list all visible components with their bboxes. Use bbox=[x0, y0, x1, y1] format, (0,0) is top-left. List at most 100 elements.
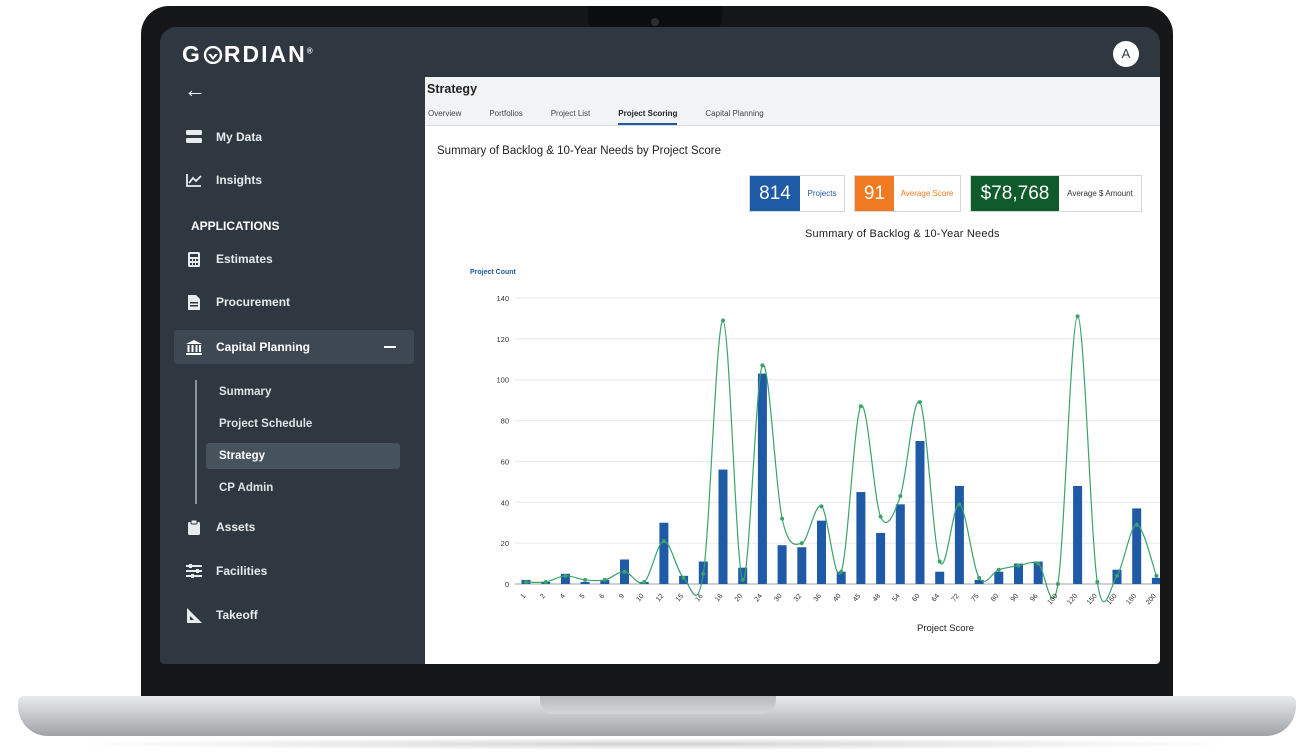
x-tick-label: 40 bbox=[832, 593, 842, 604]
x-tick-label: 120 bbox=[1066, 593, 1079, 607]
line-point bbox=[898, 494, 903, 499]
collapse-icon[interactable] bbox=[384, 346, 396, 348]
bank-icon bbox=[186, 339, 202, 355]
x-tick-label: 5 bbox=[579, 593, 587, 601]
line-point bbox=[1055, 582, 1060, 586]
bar bbox=[817, 520, 826, 584]
ruler-triangle-icon bbox=[186, 607, 202, 623]
line-point bbox=[1036, 561, 1041, 566]
document-icon bbox=[186, 294, 202, 310]
bar bbox=[915, 441, 925, 584]
bar bbox=[935, 571, 945, 584]
sliders-icon bbox=[186, 563, 202, 579]
y-tick-label: 120 bbox=[496, 335, 509, 344]
y-tick-label: 100 bbox=[496, 376, 509, 385]
bar bbox=[797, 547, 807, 584]
database-icon bbox=[186, 129, 202, 145]
y-tick-label: 60 bbox=[501, 457, 509, 466]
line-point bbox=[622, 569, 627, 574]
sidebar-item-label: Takeoff bbox=[216, 608, 258, 622]
sidebar: ← My Data Insights APPLICATIONS Estimate… bbox=[160, 77, 425, 664]
sidebar-item-assets[interactable]: Assets bbox=[174, 510, 414, 544]
x-tick-label: 100 bbox=[1047, 593, 1060, 607]
y-tick-label: 20 bbox=[501, 539, 509, 548]
line-point bbox=[918, 400, 922, 405]
line-point bbox=[602, 577, 607, 582]
sidebar-item-procurement[interactable]: Procurement bbox=[174, 285, 414, 319]
x-tick-label: 32 bbox=[793, 593, 803, 604]
subnav-item-cp-admin[interactable]: CP Admin bbox=[206, 475, 400, 501]
calculator-icon bbox=[186, 251, 202, 267]
bar-line-chart: 0204060801001201401 2 4 5 6 9 10 12 15 16 18 20 24 30… bbox=[496, 294, 1160, 607]
line-point bbox=[858, 404, 863, 409]
subnav-item-strategy[interactable]: Strategy bbox=[206, 443, 400, 469]
x-tick-label: 18 bbox=[714, 593, 724, 604]
line-point bbox=[760, 363, 765, 368]
x-tick-label: 15 bbox=[675, 593, 685, 604]
x-tick-label: 75 bbox=[970, 593, 980, 604]
line-chart-icon bbox=[186, 172, 202, 188]
x-tick-label: 48 bbox=[872, 593, 882, 604]
bar bbox=[1132, 508, 1142, 584]
line-point bbox=[721, 318, 725, 323]
x-tick-label: 10 bbox=[635, 593, 645, 604]
line-point bbox=[878, 514, 883, 519]
line-point bbox=[1115, 573, 1119, 578]
y-tick-label: 0 bbox=[505, 580, 509, 589]
x-tick-label: 24 bbox=[754, 593, 764, 604]
line-point bbox=[661, 539, 666, 544]
line-point bbox=[799, 541, 804, 546]
bar bbox=[1151, 577, 1160, 584]
gordian-logo: G RDIAN® bbox=[182, 41, 313, 67]
section-label-applications: APPLICATIONS bbox=[191, 219, 280, 233]
x-tick-label: 60 bbox=[911, 593, 921, 604]
x-tick-label: 80 bbox=[990, 593, 1000, 604]
sidebar-item-label: Assets bbox=[216, 520, 256, 534]
bar bbox=[954, 485, 964, 584]
y-tick-label: 40 bbox=[501, 498, 509, 507]
sidebar-item-my-data[interactable]: My Data bbox=[174, 120, 414, 154]
x-tick-label: 16 bbox=[694, 593, 704, 604]
bar bbox=[777, 545, 787, 584]
sidebar-item-label: Insights bbox=[216, 173, 263, 187]
avatar[interactable]: A bbox=[1113, 41, 1139, 67]
x-tick-label: 90 bbox=[1010, 593, 1020, 604]
sidebar-item-estimates[interactable]: Estimates bbox=[174, 242, 414, 276]
back-arrow-icon[interactable]: ← bbox=[184, 79, 206, 101]
sidebar-item-capital-planning[interactable]: Capital Planning bbox=[174, 330, 414, 364]
line-point bbox=[1154, 573, 1159, 578]
sidebar-item-label: My Data bbox=[216, 130, 263, 144]
subnav-item-summary[interactable]: Summary bbox=[206, 379, 400, 405]
sidebar-item-takeoff[interactable]: Takeoff bbox=[174, 598, 414, 632]
x-tick-label: 30 bbox=[773, 593, 783, 604]
line-point bbox=[780, 516, 785, 521]
sidebar-item-facilities[interactable]: Facilities bbox=[174, 554, 414, 588]
x-tick-label: 2 bbox=[539, 593, 547, 601]
x-tick-label: 20 bbox=[734, 593, 744, 604]
x-tick-label: 150 bbox=[1086, 593, 1099, 607]
camera-icon bbox=[651, 18, 659, 26]
subnav-item-project-schedule[interactable]: Project Schedule bbox=[206, 411, 400, 437]
laptop-shadow bbox=[60, 738, 1250, 750]
x-tick-label: 4 bbox=[559, 593, 567, 601]
line-point bbox=[1095, 579, 1100, 584]
line-point bbox=[642, 579, 647, 584]
x-tick-label: 45 bbox=[852, 593, 862, 604]
bar bbox=[718, 469, 728, 584]
sidebar-item-insights[interactable]: Insights bbox=[174, 163, 414, 197]
line-point bbox=[977, 575, 982, 580]
line-point bbox=[1134, 522, 1139, 527]
x-tick-label: 12 bbox=[655, 593, 665, 604]
bar bbox=[994, 571, 1004, 584]
x-tick-label: 36 bbox=[813, 593, 823, 604]
line-point bbox=[563, 573, 568, 578]
logo-mark-icon bbox=[203, 45, 223, 65]
y-tick-label: 140 bbox=[496, 294, 509, 303]
bar bbox=[895, 504, 905, 584]
laptop-base-notch bbox=[540, 696, 776, 714]
line-point bbox=[1075, 314, 1080, 319]
line-point bbox=[740, 577, 745, 582]
x-tick-label: 96 bbox=[1029, 593, 1039, 604]
y-tick-label: 80 bbox=[501, 417, 509, 426]
bar bbox=[856, 492, 866, 584]
